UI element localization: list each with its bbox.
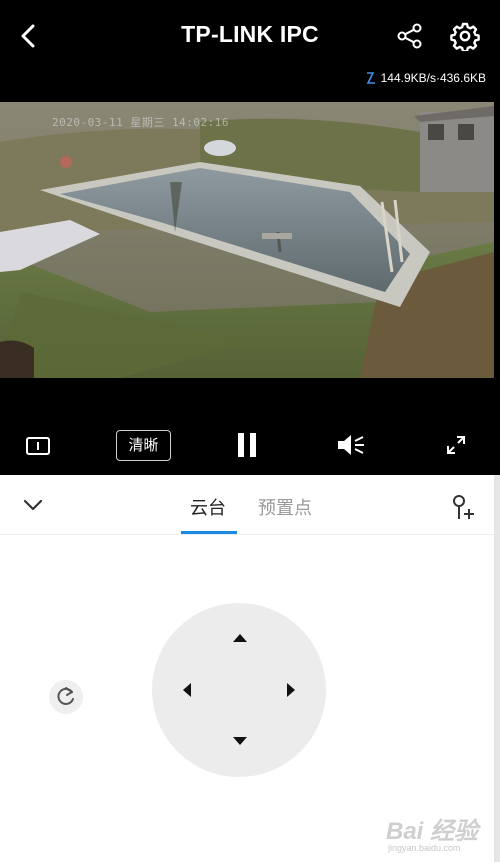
video-frame [0,102,494,378]
pause-icon[interactable] [236,432,258,458]
portrait-mode-icon[interactable] [26,437,50,455]
watermark-text: Bai 经验 [386,818,479,845]
live-video-feed[interactable]: 2020-03-11 星期三 14:02:16 [0,102,494,378]
fullscreen-icon[interactable] [446,435,466,455]
add-preset-pin-icon[interactable] [449,493,477,521]
active-tab-indicator [181,531,237,534]
panel-tab-bar: 云台 预置点 [0,475,494,535]
network-speed: 144.9KB/s·436.6KB [365,71,486,85]
speed-text: 144.9KB/s·436.6KB [380,71,486,85]
reset-position-button[interactable] [49,680,83,714]
chevron-down-icon[interactable] [21,494,45,516]
camera-live-view-screen: TP-LINK IPC 144.9KB/s·436.6KB 2020-03-11… [0,0,500,862]
video-timestamp-overlay: 2020-03-11 星期三 14:02:16 [52,116,229,129]
tab-ptz[interactable]: 云台 [190,494,226,520]
playback-controls: 清晰 [0,378,500,475]
pan-up-arrow-icon[interactable] [233,634,247,642]
tab-preset-points[interactable]: 预置点 [258,494,312,520]
pan-left-arrow-icon[interactable] [183,683,191,697]
quality-button[interactable]: 清晰 [116,430,171,461]
baidu-watermark: Bai 经验 jingyan.baidu.com [380,805,490,857]
mute-speaker-icon[interactable] [336,433,366,457]
ptz-direction-pad [152,603,326,777]
share-icon[interactable] [396,22,424,50]
top-bar: TP-LINK IPC 144.9KB/s·436.6KB [0,0,500,85]
ptz-panel: 云台 预置点 [0,475,494,862]
refresh-icon [57,687,74,705]
watermark-url: jingyan.baidu.com [388,843,461,853]
page-title: TP-LINK IPC [181,21,319,47]
pan-right-arrow-icon[interactable] [287,683,295,697]
settings-gear-icon[interactable] [450,21,480,51]
pan-down-arrow-icon[interactable] [233,737,247,745]
edge-strip [494,475,500,862]
speed-lightning-icon [366,72,375,84]
